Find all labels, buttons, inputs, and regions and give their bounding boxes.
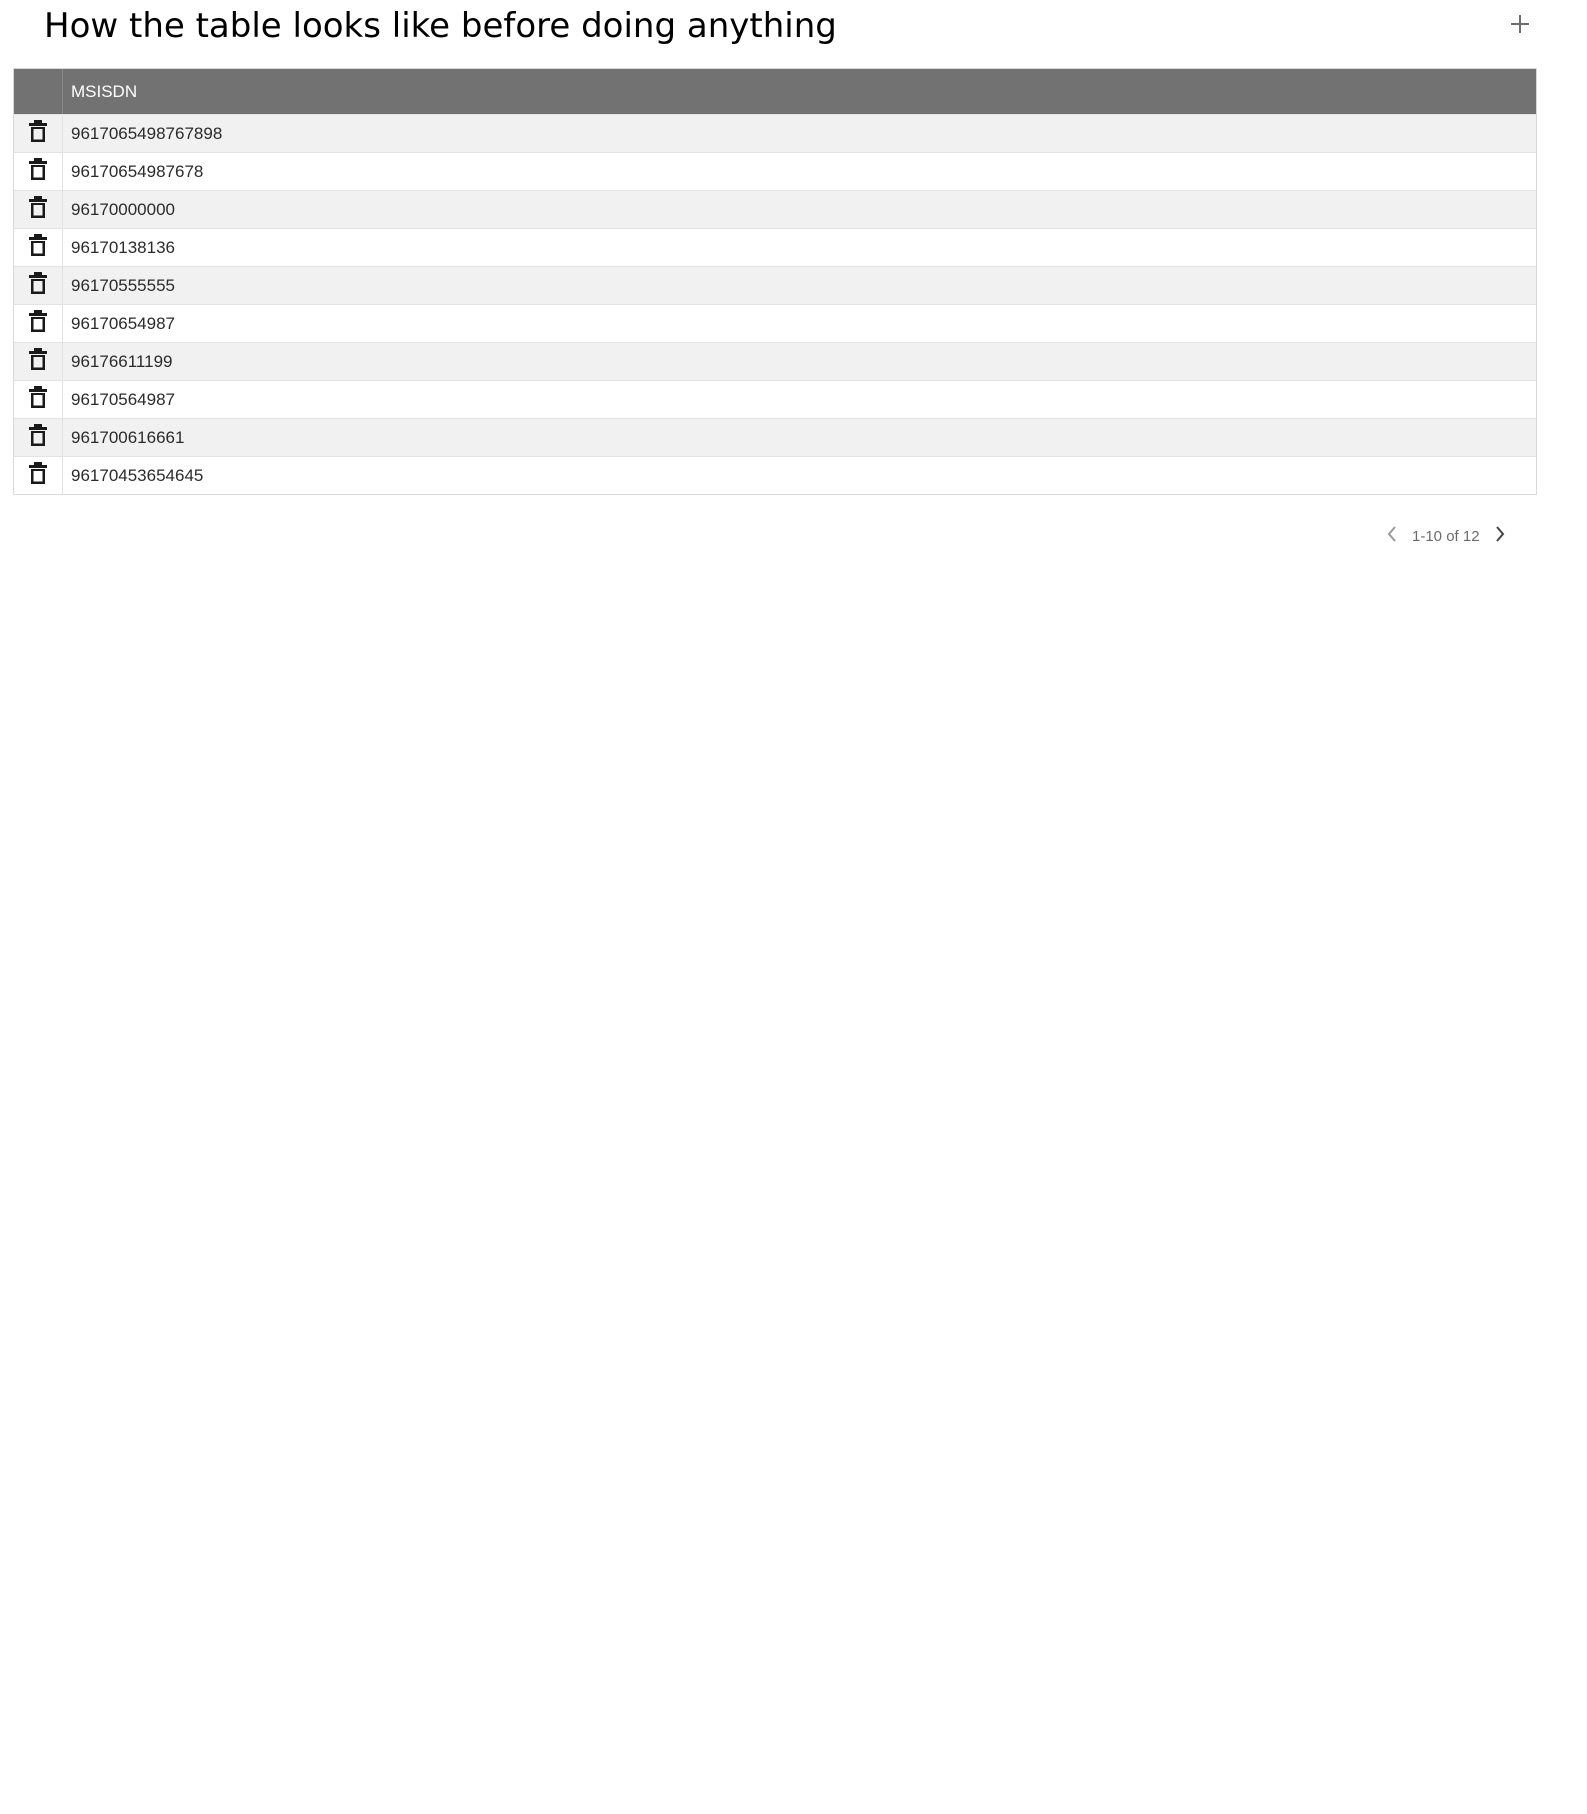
table-row[interactable]: 96170000000 [14,190,1536,228]
grid-header: MSISDN [14,69,1536,114]
trash-icon [28,347,48,376]
chevron-right-icon [1494,525,1506,547]
delete-row-button[interactable] [14,115,63,152]
table-row[interactable]: 96176611199 [14,342,1536,380]
delete-row-button[interactable] [14,343,63,380]
table-row[interactable]: 961700616661 [14,418,1536,456]
add-button[interactable] [1504,10,1536,42]
table-row[interactable]: 96170654987 [14,304,1536,342]
msisdn-grid: MSISDN 9617065498767898 96170654987678 961… [13,68,1537,495]
trash-icon [28,309,48,338]
trash-icon [28,461,48,490]
delete-row-button[interactable] [14,153,63,190]
trash-icon [28,119,48,148]
next-page-button[interactable] [1490,524,1510,548]
msisdn-cell: 96170138136 [71,237,176,257]
msisdn-cell: 96170654987678 [71,161,204,181]
table-row[interactable]: 9617065498767898 [14,114,1536,152]
trash-icon [28,423,48,452]
delete-row-button[interactable] [14,381,63,418]
trash-icon [28,157,48,186]
trash-icon [28,385,48,414]
column-header-msisdn[interactable]: MSISDN [63,69,1536,114]
table-row[interactable]: 96170453654645 [14,456,1536,494]
msisdn-cell: 96170000000 [71,199,176,219]
pager: 1-10 of 12 [1382,522,1510,550]
pager-summary: 1-10 of 12 [1412,527,1480,545]
prev-page-button[interactable] [1382,524,1402,548]
chevron-left-icon [1386,525,1398,547]
msisdn-cell: 961700616661 [71,427,185,447]
msisdn-cell: 9617065498767898 [71,123,223,143]
trash-icon [28,195,48,224]
plus-icon [1509,13,1531,40]
table-row[interactable]: 96170654987678 [14,152,1536,190]
command-column-header [14,69,63,114]
delete-row-button[interactable] [14,267,63,304]
page-title: How the table looks like before doing an… [44,6,837,46]
msisdn-cell: 96176611199 [71,351,173,371]
msisdn-cell: 96170654987 [71,313,176,333]
msisdn-cell: 96170555555 [71,275,176,295]
msisdn-cell: 96170564987 [71,389,176,409]
grid-body: 9617065498767898 96170654987678 9617000000… [14,114,1536,494]
delete-row-button[interactable] [14,419,63,456]
msisdn-cell: 96170453654645 [71,465,204,485]
trash-icon [28,271,48,300]
delete-row-button[interactable] [14,191,63,228]
trash-icon [28,233,48,262]
delete-row-button[interactable] [14,457,63,494]
table-row[interactable]: 96170138136 [14,228,1536,266]
delete-row-button[interactable] [14,229,63,266]
delete-row-button[interactable] [14,305,63,342]
table-row[interactable]: 96170564987 [14,380,1536,418]
table-row[interactable]: 96170555555 [14,266,1536,304]
